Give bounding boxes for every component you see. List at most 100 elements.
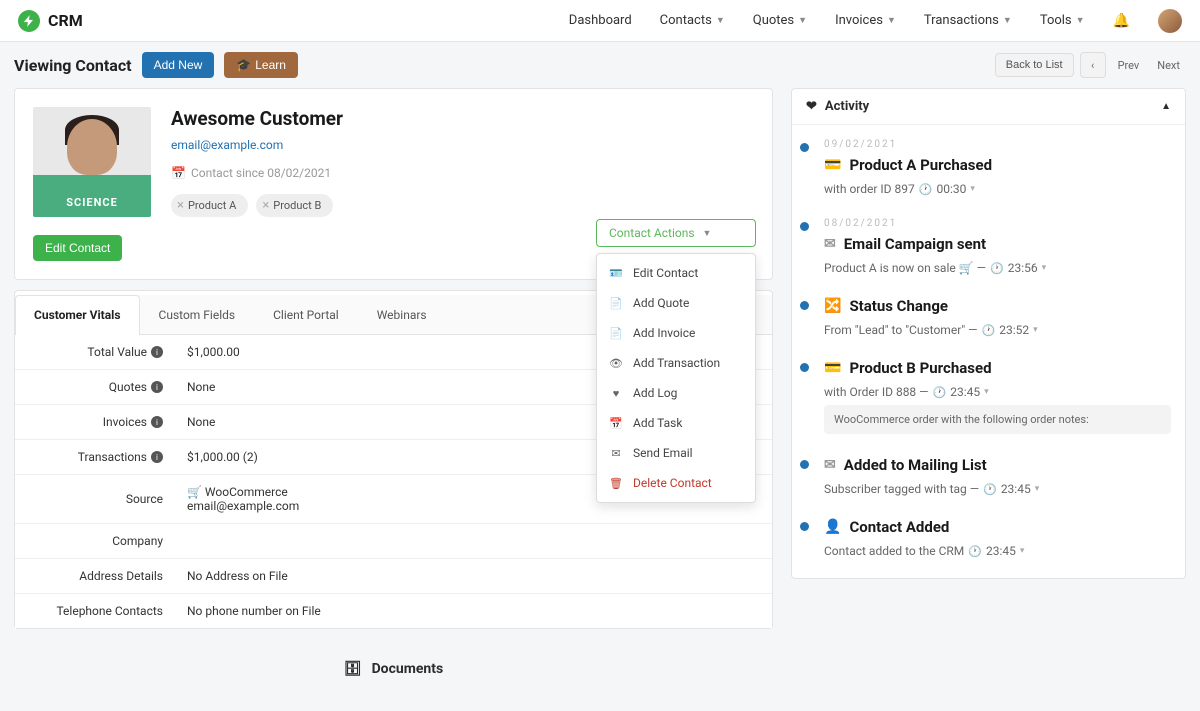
next-button[interactable]: Next: [1151, 59, 1186, 72]
nav-invoices[interactable]: Invoices▼: [835, 13, 896, 28]
action-delete-contact[interactable]: 🗑Delete Contact: [597, 468, 755, 498]
heart-icon: ♥: [609, 387, 623, 400]
notifications-icon[interactable]: 🔔: [1113, 13, 1130, 29]
action-add-transaction[interactable]: 👁Add Transaction: [597, 348, 755, 378]
activity-timeline: 09/02/2021 💳Product A Purchased with ord…: [792, 125, 1185, 578]
clock-icon: 🕐: [933, 386, 947, 399]
nav-tools[interactable]: Tools▼: [1040, 13, 1085, 28]
tag-remove-icon[interactable]: ×: [262, 198, 269, 213]
activity-item: ✉Added to Mailing List Subscriber tagged…: [800, 456, 1171, 496]
action-send-email[interactable]: ✉Send Email: [597, 438, 755, 468]
eye-icon: 👁: [609, 357, 623, 370]
info-icon[interactable]: i: [151, 381, 163, 393]
nav-dashboard[interactable]: Dashboard: [569, 13, 632, 28]
tab-webinars[interactable]: Webinars: [358, 295, 446, 334]
timeline-dot-icon: [800, 363, 809, 372]
activity-item: 08/02/2021 ✉Email Campaign sent Product …: [800, 218, 1171, 275]
envelope-icon: ✉: [609, 447, 623, 460]
tag-remove-icon[interactable]: ×: [177, 198, 184, 213]
trash-icon: 🗑: [609, 477, 623, 490]
left-column: SCIENCE Awesome Customer email@example.c…: [14, 88, 773, 691]
contact-email-link[interactable]: email@example.com: [171, 138, 283, 152]
timeline-dot-icon: [800, 143, 809, 152]
action-add-log[interactable]: ♥Add Log: [597, 378, 755, 408]
contact-info: Awesome Customer email@example.com 📅 Con…: [171, 107, 754, 217]
back-to-list-button[interactable]: Back to List: [995, 53, 1074, 77]
contact-header: SCIENCE Awesome Customer email@example.c…: [15, 89, 772, 235]
activity-item: 09/02/2021 💳Product A Purchased with ord…: [800, 139, 1171, 196]
activity-panel: ❤ Activity ▲ 09/02/2021 💳Product A Purch…: [791, 88, 1186, 579]
prev-arrow-button[interactable]: ‹: [1080, 52, 1106, 78]
brand[interactable]: CRM: [18, 10, 83, 32]
info-icon[interactable]: i: [151, 416, 163, 428]
vital-row-phone: Telephone Contacts No phone number on Fi…: [15, 594, 772, 628]
activity-item: 👤Contact Added Contact added to the CRM🕐…: [800, 518, 1171, 558]
document-icon: 📄: [609, 297, 623, 310]
info-icon[interactable]: i: [151, 346, 163, 358]
action-edit-contact[interactable]: 🪪Edit Contact: [597, 258, 755, 288]
chevron-down-icon: ▼: [1003, 15, 1012, 26]
tag-product-a[interactable]: ×Product A: [171, 194, 248, 217]
nav-contacts[interactable]: Contacts▼: [660, 13, 725, 28]
clock-icon: 🕐: [990, 262, 1004, 275]
subheader: Viewing Contact Add New 🎓Learn Back to L…: [0, 42, 1200, 88]
contact-actions-dropdown: Contact Actions ▼ 🪪Edit Contact 📄Add Quo…: [596, 219, 756, 503]
chevron-down-icon[interactable]: ▾: [1035, 484, 1040, 494]
action-add-task[interactable]: 📅Add Task: [597, 408, 755, 438]
tab-custom-fields[interactable]: Custom Fields: [140, 295, 255, 334]
brand-logo-icon: [18, 10, 40, 32]
tag-product-b[interactable]: ×Product B: [256, 194, 333, 217]
main: SCIENCE Awesome Customer email@example.c…: [0, 88, 1200, 711]
info-icon[interactable]: i: [151, 451, 163, 463]
contact-name: Awesome Customer: [171, 107, 754, 130]
add-new-button[interactable]: Add New: [142, 52, 215, 78]
contact-since: 📅 Contact since 08/02/2021: [171, 166, 754, 180]
chevron-down-icon[interactable]: ▾: [1033, 325, 1038, 335]
prev-button[interactable]: Prev: [1112, 59, 1146, 72]
activity-header[interactable]: ❤ Activity ▲: [792, 89, 1185, 125]
document-icon: 📄: [609, 327, 623, 340]
learn-button[interactable]: 🎓Learn: [224, 52, 298, 78]
chevron-down-icon: ▼: [798, 15, 807, 26]
page-title: Viewing Contact: [14, 56, 132, 75]
credit-card-icon: 💳: [824, 360, 841, 376]
brand-label: CRM: [48, 11, 83, 30]
user-avatar[interactable]: [1158, 9, 1182, 33]
activity-note: WooCommerce order with the following ord…: [824, 405, 1171, 434]
timeline-dot-icon: [800, 522, 809, 531]
documents-section[interactable]: 🗄 Documents: [14, 647, 773, 691]
timeline-dot-icon: [800, 301, 809, 310]
heartbeat-icon: ❤: [806, 99, 817, 114]
action-add-invoice[interactable]: 📄Add Invoice: [597, 318, 755, 348]
contact-photo: SCIENCE: [33, 107, 151, 217]
envelope-icon: ✉: [824, 457, 836, 473]
chevron-down-icon[interactable]: ▾: [1042, 263, 1047, 273]
chevron-down-icon[interactable]: ▾: [984, 387, 989, 397]
right-column: ❤ Activity ▲ 09/02/2021 💳Product A Purch…: [791, 88, 1186, 691]
clock-icon: 🕐: [982, 324, 996, 337]
activity-item: 🔀Status Change From "Lead" to "Customer"…: [800, 297, 1171, 337]
action-add-quote[interactable]: 📄Add Quote: [597, 288, 755, 318]
contact-actions-menu: 🪪Edit Contact 📄Add Quote 📄Add Invoice 👁A…: [596, 253, 756, 503]
chevron-down-icon: ▼: [887, 15, 896, 26]
nav-transactions[interactable]: Transactions▼: [924, 13, 1012, 28]
envelope-icon: ✉: [824, 236, 836, 252]
nav-quotes[interactable]: Quotes▼: [753, 13, 807, 28]
tab-client-portal[interactable]: Client Portal: [254, 295, 358, 334]
timeline-dot-icon: [800, 222, 809, 231]
topnav: Dashboard Contacts▼ Quotes▼ Invoices▼ Tr…: [569, 9, 1182, 33]
timeline-dot-icon: [800, 460, 809, 469]
contact-card: SCIENCE Awesome Customer email@example.c…: [14, 88, 773, 280]
subheader-right: Back to List ‹ Prev Next: [995, 52, 1186, 78]
shuffle-icon: 🔀: [824, 298, 841, 314]
graduation-icon: 🎓: [236, 58, 251, 72]
tab-customer-vitals[interactable]: Customer Vitals: [15, 295, 140, 335]
chevron-down-icon[interactable]: ▾: [1020, 546, 1025, 556]
contact-actions-button[interactable]: Contact Actions ▼: [596, 219, 756, 247]
archive-icon: 🗄: [344, 661, 362, 677]
clock-icon: 🕐: [919, 183, 933, 196]
id-card-icon: 🪪: [609, 267, 623, 280]
chevron-up-icon: ▲: [1161, 101, 1171, 112]
edit-contact-button[interactable]: Edit Contact: [33, 235, 122, 261]
chevron-down-icon[interactable]: ▾: [970, 184, 975, 194]
